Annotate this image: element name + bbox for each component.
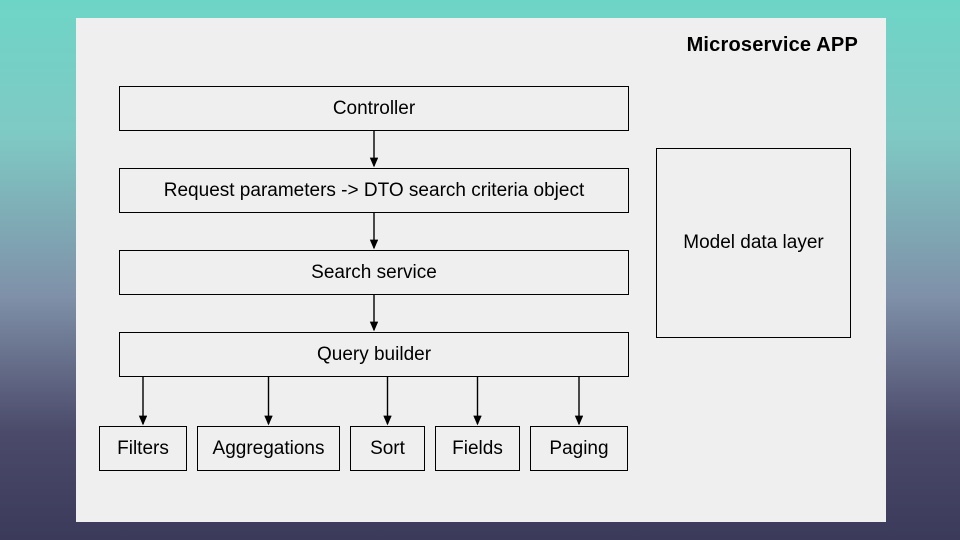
box-fields: Fields bbox=[435, 426, 520, 471]
box-search-service: Search service bbox=[119, 250, 629, 295]
diagram-panel: Microservice APP Controller Request para… bbox=[76, 18, 886, 522]
box-controller: Controller bbox=[119, 86, 629, 131]
box-controller-label: Controller bbox=[333, 98, 415, 120]
box-query-builder: Query builder bbox=[119, 332, 629, 377]
box-aggregations: Aggregations bbox=[197, 426, 340, 471]
box-sort: Sort bbox=[350, 426, 425, 471]
box-filters-label: Filters bbox=[117, 438, 169, 460]
box-model-data-layer: Model data layer bbox=[656, 148, 851, 338]
box-paging-label: Paging bbox=[549, 438, 608, 460]
box-search-service-label: Search service bbox=[311, 262, 437, 284]
box-aggregations-label: Aggregations bbox=[213, 438, 325, 460]
box-dto: Request parameters -> DTO search criteri… bbox=[119, 168, 629, 213]
box-filters: Filters bbox=[99, 426, 187, 471]
box-dto-label: Request parameters -> DTO search criteri… bbox=[164, 180, 584, 202]
box-model-label: Model data layer bbox=[683, 232, 823, 254]
box-sort-label: Sort bbox=[370, 438, 405, 460]
box-paging: Paging bbox=[530, 426, 628, 471]
box-query-builder-label: Query builder bbox=[317, 344, 431, 366]
box-fields-label: Fields bbox=[452, 438, 503, 460]
panel-title: Microservice APP bbox=[687, 34, 858, 57]
